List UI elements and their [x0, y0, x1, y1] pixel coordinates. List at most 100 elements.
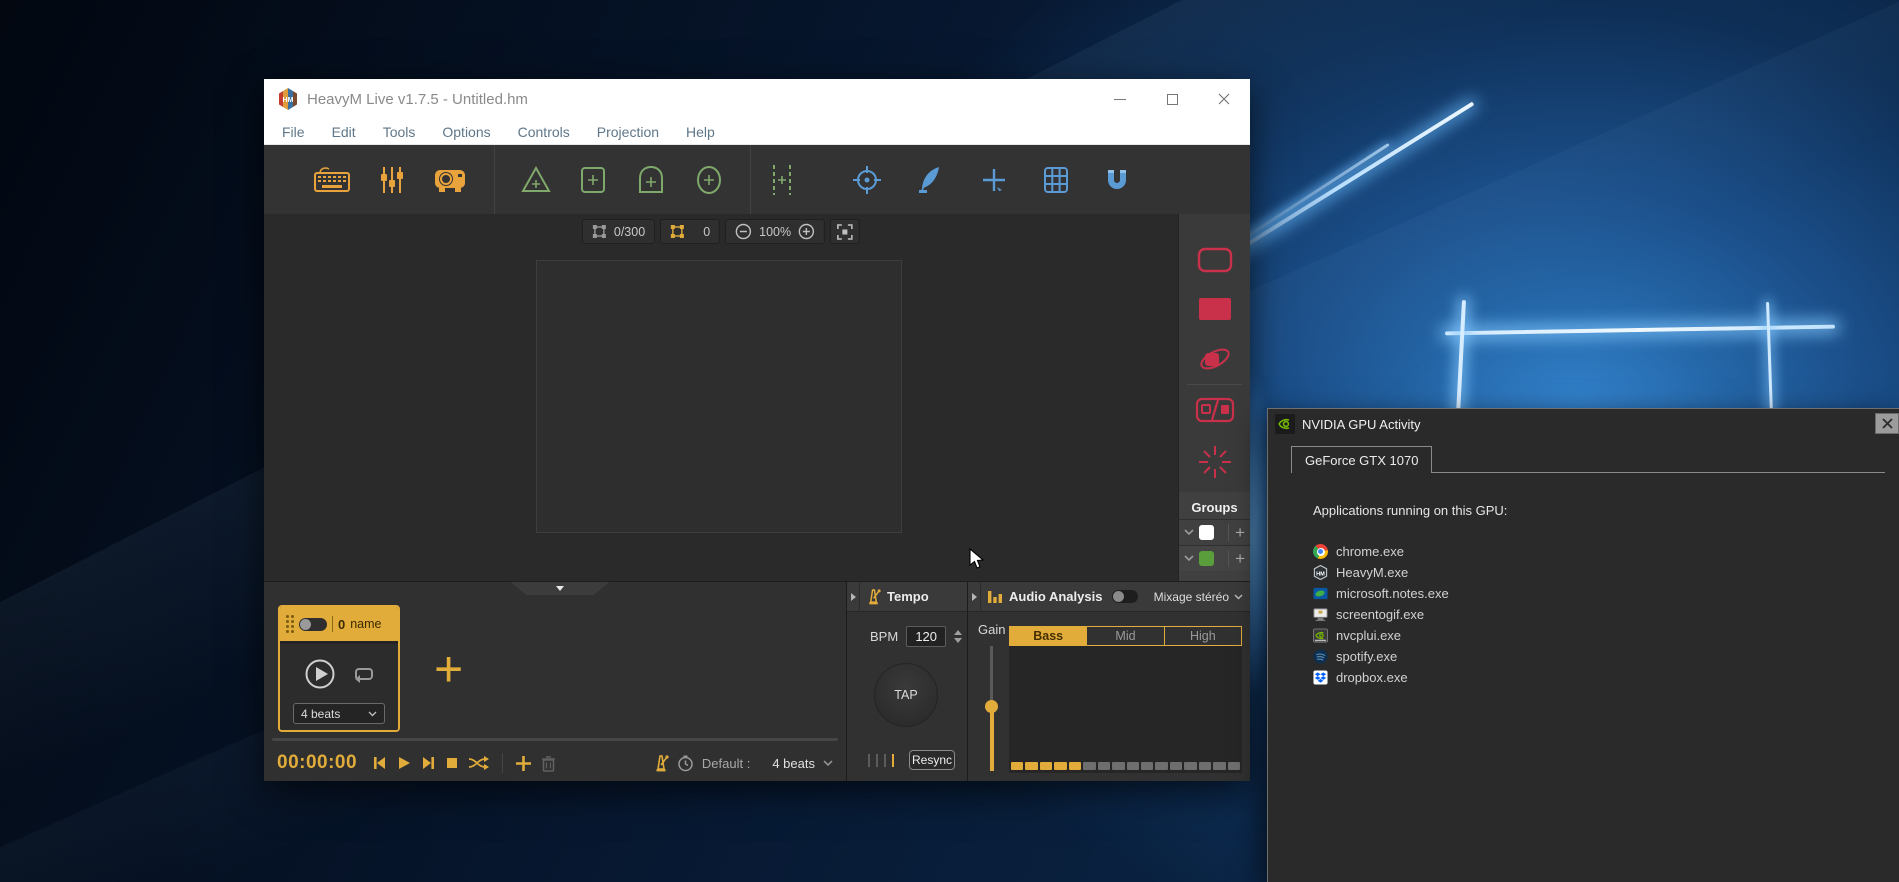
tab-bass[interactable]: Bass	[1010, 627, 1086, 645]
gain-slider[interactable]	[985, 646, 998, 771]
spin-down-icon[interactable]	[954, 638, 962, 643]
play-transport-button[interactable]	[397, 755, 411, 771]
workspace: 0/300 0 100%	[264, 214, 1250, 581]
fill-tool-icon[interactable]	[1197, 296, 1233, 322]
sequence-name[interactable]: name	[350, 617, 381, 631]
gpu-tab[interactable]: GeForce GTX 1070	[1291, 446, 1432, 473]
arch-add-icon[interactable]	[636, 164, 666, 196]
duration-dropdown[interactable]: 4 beats	[293, 703, 385, 724]
tab-mid[interactable]: Mid	[1086, 627, 1163, 645]
menubar: File Edit Tools Options Controls Project…	[264, 119, 1250, 145]
group-color-swatch[interactable]	[1199, 525, 1214, 540]
keyboard-icon[interactable]	[312, 165, 352, 195]
generative-tool-icon[interactable]	[1197, 444, 1233, 480]
panel-collapse-handle[interactable]	[504, 582, 616, 595]
chevron-down-icon[interactable]	[1184, 555, 1194, 562]
menu-options[interactable]: Options	[442, 124, 490, 140]
grid-icon[interactable]	[1041, 165, 1071, 195]
menu-edit[interactable]: Edit	[332, 124, 356, 140]
rectangle-add-icon[interactable]	[578, 164, 608, 196]
zoom-in-icon[interactable]	[798, 223, 815, 240]
projector-icon[interactable]	[432, 164, 468, 196]
sequence-toggle[interactable]	[299, 618, 327, 631]
selected-counter: 0	[660, 219, 720, 244]
level-segment	[1040, 762, 1052, 770]
panel-divider	[1187, 384, 1242, 385]
minimize-button[interactable]	[1094, 79, 1146, 119]
add-sequence-button[interactable]: +	[434, 644, 463, 694]
menu-help[interactable]: Help	[686, 124, 715, 140]
menu-controls[interactable]: Controls	[518, 124, 570, 140]
toolbar	[264, 145, 1250, 214]
shuffle-button[interactable]	[468, 755, 490, 771]
nvidia-close-button[interactable]	[1875, 413, 1899, 434]
faders-icon[interactable]	[376, 164, 408, 196]
add-to-group-button[interactable]: +	[1228, 550, 1245, 567]
audio-collapse-button[interactable]	[968, 582, 981, 612]
stop-button[interactable]	[445, 755, 459, 771]
level-segment	[1213, 762, 1225, 770]
canvas-area[interactable]: 0/300 0 100%	[264, 214, 1178, 581]
heavym-app-icon: HM	[1313, 565, 1328, 580]
sequence-block[interactable]: 0 name 4 beats	[278, 605, 400, 732]
loop-icon[interactable]	[352, 664, 374, 684]
tempo-collapse-button[interactable]	[847, 582, 860, 612]
resync-button[interactable]: Resync	[909, 750, 955, 770]
menu-projection[interactable]: Projection	[597, 124, 659, 140]
gain-thumb[interactable]	[985, 700, 998, 713]
crosshair-icon[interactable]	[851, 164, 883, 196]
chevron-down-icon[interactable]	[823, 760, 833, 767]
quill-icon[interactable]	[915, 164, 945, 196]
menu-tools[interactable]: Tools	[383, 124, 416, 140]
projection-canvas[interactable]	[536, 260, 902, 533]
toolbar-divider	[750, 145, 751, 214]
magnet-icon[interactable]	[1103, 166, 1131, 194]
default-duration-label: Default :	[702, 756, 750, 771]
duration-value: 4 beats	[301, 707, 340, 721]
bpm-input[interactable]: 120	[906, 626, 946, 647]
add-track-button[interactable]	[515, 755, 532, 772]
transition-tool-icon[interactable]	[1195, 396, 1235, 424]
fit-view-button[interactable]	[830, 219, 860, 244]
effects-tool-icon[interactable]	[1196, 342, 1234, 376]
play-button[interactable]	[304, 658, 336, 690]
freeform-add-icon[interactable]	[767, 163, 797, 197]
nvidia-titlebar[interactable]: NVIDIA GPU Activity	[1268, 409, 1899, 439]
bpm-spinner[interactable]	[954, 630, 962, 643]
group-color-swatch[interactable]	[1199, 551, 1214, 566]
drag-handle-icon[interactable]	[286, 615, 294, 633]
spin-up-icon[interactable]	[954, 630, 962, 635]
tab-high[interactable]: High	[1164, 627, 1241, 645]
audio-source-value: Mixage stéréo	[1154, 590, 1229, 604]
ellipse-add-icon[interactable]	[694, 164, 724, 196]
skip-back-button[interactable]	[372, 755, 388, 771]
tempo-title: Tempo	[887, 589, 929, 604]
add-to-group-button[interactable]: +	[1228, 524, 1245, 541]
close-button[interactable]	[1198, 79, 1250, 119]
skip-forward-button[interactable]	[420, 755, 436, 771]
triangle-add-icon[interactable]	[519, 164, 553, 196]
nvidia-logo-icon	[1275, 414, 1295, 434]
default-duration-value[interactable]: 4 beats	[772, 756, 815, 771]
audio-toggle[interactable]	[1112, 590, 1138, 603]
delete-track-button[interactable]	[541, 755, 556, 772]
tap-tempo-button[interactable]: TAP	[874, 663, 938, 727]
heavym-window: HM HeavyM Live v1.7.5 - Untitled.hm File…	[264, 79, 1250, 781]
maximize-button[interactable]	[1146, 79, 1198, 119]
sequence-header[interactable]: 0 name	[280, 607, 398, 641]
audio-source-dropdown[interactable]: Mixage stéréo	[1154, 590, 1243, 604]
list-item: spotify.exe	[1313, 646, 1449, 667]
menu-file[interactable]: File	[282, 124, 305, 140]
zoom-level: 100%	[759, 225, 791, 239]
add-point-icon[interactable]	[979, 165, 1009, 195]
divider	[332, 616, 333, 632]
heavym-titlebar[interactable]: HM HeavyM Live v1.7.5 - Untitled.hm	[264, 79, 1250, 119]
nvidia-gpu-activity-window: NVIDIA GPU Activity GeForce GTX 1070 App…	[1267, 408, 1899, 882]
zoom-out-icon[interactable]	[735, 223, 752, 240]
border-tool-icon[interactable]	[1197, 247, 1233, 273]
level-segment	[1112, 762, 1124, 770]
sequence-scrollbar[interactable]	[272, 738, 838, 741]
timecode: 00:00:00	[277, 752, 357, 774]
minimize-icon	[1114, 99, 1126, 100]
chevron-down-icon[interactable]	[1184, 529, 1194, 536]
